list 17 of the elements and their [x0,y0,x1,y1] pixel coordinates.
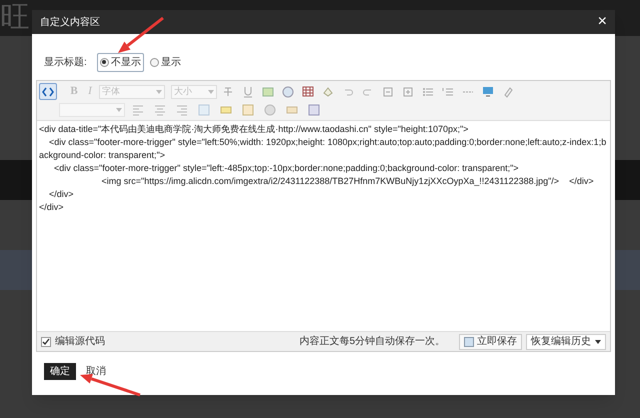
cancel-button[interactable]: 取消 [82,363,110,380]
code-line: <div class="footer-more-trigger" style="left:50%;width: 1920px;height: 1080px;right:auto;top:auto;padding:0;border:none;left:auto;z-index:1;background-color: transparent;"> [39,136,608,162]
code-line: </div> [48,188,75,201]
autosave-note: 内容正文每5分钟自动保存一次。 [299,334,445,349]
code-line: <div data-title="本代码由美迪电商学院·淘大师免费在线生成·http://www.taodashi.cn" style="height:1070px;"> [39,123,470,136]
code-line: </div> [39,201,65,214]
close-button[interactable]: × [598,14,607,30]
field-label: 显示标题: [44,56,87,70]
checkbox-label: 编辑源代码 [55,334,105,349]
restore-history-dropdown[interactable]: 恢复编辑历史 [526,334,606,350]
radio-option[interactable]: 不显示 [96,52,144,72]
code-line: <img src="https://img.alicdn.com/imgextra/i2/2431122388/TB27Hfnm7KWBuNjy1zjXXcOypXa_!!2431122388.jpg"/> </div> [100,175,595,188]
confirm-button[interactable]: 确定 [44,363,76,380]
save-now-button[interactable]: 立即保存 [459,334,522,350]
radio-option[interactable]: 显示 [148,54,183,70]
code-line: <div class="footer-more-trigger" style="left:-485px;top:-10px;border:none;padding:0;background-color: transparent;"> [53,162,520,175]
dialog-title: 自定义内容区 [40,16,100,30]
